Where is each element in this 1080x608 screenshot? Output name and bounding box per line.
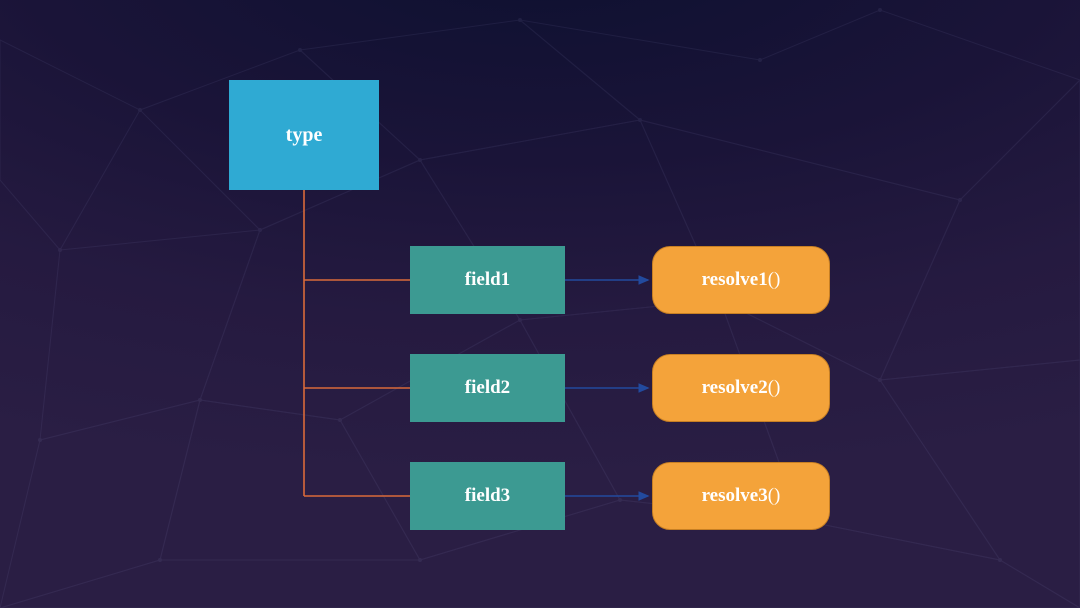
field-node-3: field3 <box>410 462 565 530</box>
field-node-1: field1 <box>410 246 565 314</box>
resolve-parens: () <box>768 485 781 507</box>
resolve-parens: () <box>768 377 781 399</box>
resolve-node-3: resolve3() <box>652 462 830 530</box>
resolve-parens: () <box>768 269 781 291</box>
resolve-label: resolve3 <box>702 485 768 507</box>
resolve-label: resolve2 <box>702 377 768 399</box>
field-label: field2 <box>465 377 510 399</box>
resolve-node-2: resolve2() <box>652 354 830 422</box>
field-node-2: field2 <box>410 354 565 422</box>
field-label: field3 <box>465 485 510 507</box>
resolve-node-1: resolve1() <box>652 246 830 314</box>
type-label: type <box>286 124 323 147</box>
resolve-label: resolve1 <box>702 269 768 291</box>
field-label: field1 <box>465 269 510 291</box>
type-node: type <box>229 80 379 190</box>
diagram-stage: type field1 field2 field3 resolve1() res… <box>0 0 1080 608</box>
